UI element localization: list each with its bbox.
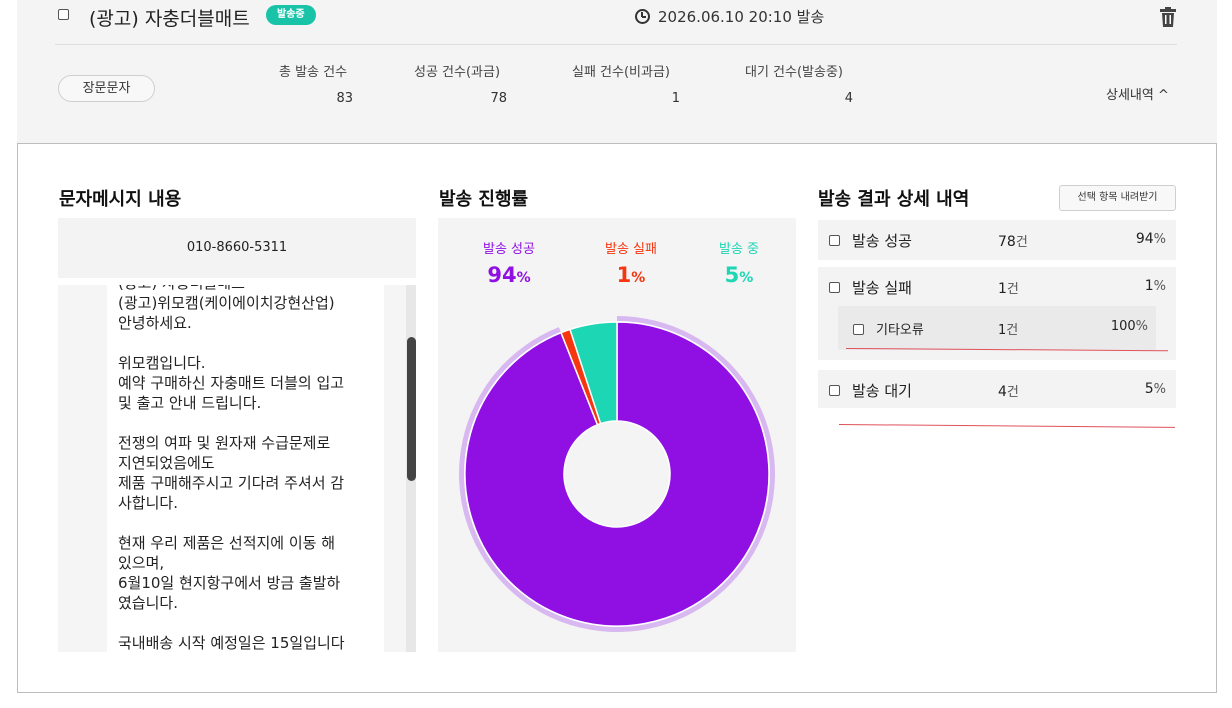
message-body-area: (광고) 자충더블매트 (광고)위모캠(케이에이치강현산업) 안녕하세요. 위모… <box>107 285 384 652</box>
legend-label-success: 발송 성공 <box>483 242 535 257</box>
result-pct-pending-num: 5 <box>1144 381 1154 397</box>
select-checkbox[interactable] <box>58 9 69 20</box>
scrollbar-thumb[interactable] <box>407 337 416 481</box>
legend-label-pending: 발송 중 <box>718 242 759 257</box>
stat-value-total: 83 <box>336 91 353 106</box>
legend-value-fail: 1% <box>591 263 671 287</box>
legend-value-pending: 5% <box>699 263 779 287</box>
result-count-success-num: 78 <box>998 234 1016 250</box>
legend-value-pending-unit: % <box>739 270 754 286</box>
result-pct-success: 94% <box>1136 231 1166 247</box>
message-title: (광고) 자충더블매트 <box>89 8 250 30</box>
result-pct-fail: 1% <box>1145 278 1166 294</box>
result-count-other-error-unit: 건 <box>1006 323 1019 338</box>
result-checkbox-pending[interactable] <box>829 385 840 396</box>
result-row-pending[interactable]: 발송 대기 4건 5% <box>818 370 1176 408</box>
result-count-pending: 4건 <box>998 381 1019 400</box>
clock-icon <box>635 9 650 24</box>
stat-value-pending: 4 <box>844 91 853 106</box>
download-selected-button[interactable]: 선택 항목 내려받기 <box>1059 185 1176 211</box>
stat-value-success: 78 <box>490 91 507 106</box>
result-count-fail-num: 1 <box>998 281 1007 297</box>
result-pct-pending-unit: % <box>1153 382 1166 397</box>
progress-title: 발송 진행률 <box>439 189 529 210</box>
result-pct-pending: 5% <box>1145 381 1166 397</box>
result-pct-success-unit: % <box>1153 232 1166 247</box>
result-pct-fail-unit: % <box>1153 279 1166 294</box>
result-count-success: 78건 <box>998 231 1028 250</box>
scheduled-time-text: 2026.06.10 20:10 발송 <box>658 8 825 26</box>
result-pct-fail-num: 1 <box>1144 278 1154 294</box>
result-checkbox-fail[interactable] <box>829 282 840 293</box>
legend-value-success-unit: % <box>516 270 531 286</box>
result-count-other-error: 1건 <box>998 319 1018 338</box>
message-body-text: (광고) 자충더블매트 (광고)위모캠(케이에이치강현산업) 안녕하세요. 위모… <box>118 285 345 652</box>
trash-icon[interactable] <box>1160 7 1176 27</box>
stat-header-total: 총 발송 건수 <box>279 65 348 80</box>
result-label-success: 발송 성공 <box>852 232 912 250</box>
result-count-fail: 1건 <box>998 278 1019 297</box>
legend-value-success: 94% <box>469 263 549 287</box>
message-summary-card: (광고) 자충더블매트 발송중 2026.06.10 20:10 발송 장문문자… <box>17 0 1217 144</box>
legend-label-fail: 발송 실패 <box>605 242 657 257</box>
stat-header-fail: 실패 건수(비과금) <box>572 65 670 80</box>
result-pct-other-error: 100% <box>1111 319 1148 334</box>
message-preview[interactable]: (광고) 자충더블매트 (광고)위모캠(케이에이치강현산업) 안녕하세요. 위모… <box>58 285 416 652</box>
result-row-success[interactable]: 발송 성공 78건 94% <box>818 220 1176 260</box>
message-content-title: 문자메시지 내용 <box>59 189 182 210</box>
message-type-badge: 장문문자 <box>58 75 155 102</box>
result-label-fail: 발송 실패 <box>852 279 912 297</box>
detail-toggle-button[interactable]: 상세내역 ^ <box>1106 84 1169 103</box>
legend-value-success-num: 94 <box>487 263 517 287</box>
stat-header-success: 성공 건수(과금) <box>414 65 501 80</box>
legend-value-fail-num: 1 <box>616 263 632 287</box>
result-pct-other-error-unit: % <box>1135 319 1148 334</box>
result-count-pending-unit: 건 <box>1006 385 1019 400</box>
status-badge: 발송중 <box>266 5 316 25</box>
scheduled-time: 2026.06.10 20:10 발송 <box>635 6 824 27</box>
result-subrow-other-error[interactable]: 기타오류 1건 100% <box>838 306 1156 350</box>
result-checkbox-success[interactable] <box>829 235 840 246</box>
result-count-success-unit: 건 <box>1015 235 1028 250</box>
result-pct-other-error-num: 100 <box>1110 319 1136 334</box>
result-checkbox-other-error[interactable] <box>853 324 864 335</box>
legend-value-fail-unit: % <box>631 270 646 286</box>
stat-value-fail: 1 <box>671 91 680 106</box>
result-label-pending: 발송 대기 <box>852 382 912 400</box>
results-title: 발송 결과 상세 내역 <box>818 189 970 210</box>
result-count-fail-unit: 건 <box>1006 282 1019 297</box>
result-count-pending-num: 4 <box>998 384 1007 400</box>
legend-value-pending-num: 5 <box>724 263 740 287</box>
stat-header-pending: 대기 건수(발송중) <box>745 65 843 80</box>
sender-phone: 010-8660-5311 <box>58 218 416 278</box>
result-label-other-error: 기타오류 <box>876 323 924 338</box>
result-pct-success-num: 94 <box>1135 231 1154 247</box>
summary-divider <box>55 44 1177 45</box>
